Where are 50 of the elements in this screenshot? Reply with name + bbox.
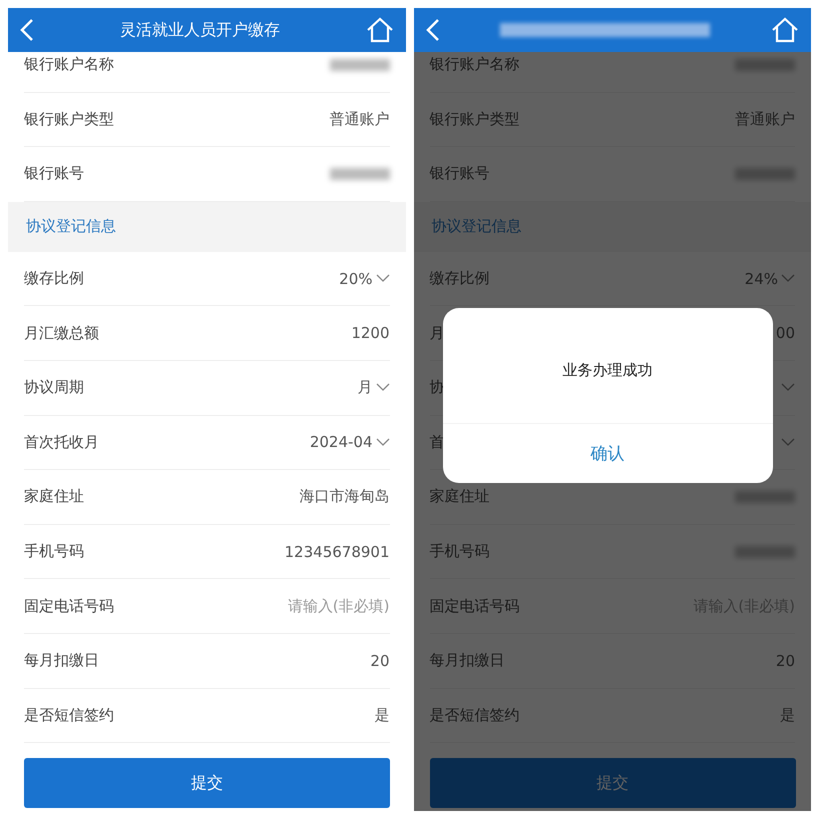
field-value: 普通账户 (735, 110, 795, 129)
input-field[interactable]: 请输入(非必填) (240, 597, 390, 616)
field-label: 银行账户类型 (430, 110, 520, 129)
field-value: 2024-04 (310, 433, 372, 452)
field-value: 12345678901 (284, 542, 390, 561)
field-value: 是 (374, 706, 390, 725)
field-label: 是否短信签约 (24, 706, 114, 725)
field-label: 首 (430, 432, 444, 452)
confirm-button[interactable]: 确认 (442, 423, 772, 483)
field-value: 是 (780, 706, 795, 725)
home-icon[interactable] (366, 17, 394, 43)
field-label: 协 (430, 378, 444, 398)
section-header: 协议登记信息 (432, 217, 522, 236)
field-label: 家庭住址 (430, 487, 490, 506)
field-label: 每月扣缴日 (24, 651, 99, 670)
field-value: 24% (744, 270, 778, 288)
field-value: 普通账户 (330, 110, 390, 129)
field-label: 银行账号 (430, 164, 490, 184)
dialog-message: 业务办理成功 (562, 361, 652, 380)
field-label: 银行账户类型 (24, 110, 114, 129)
submit-button[interactable]: 提交 (430, 758, 796, 808)
page-title: 灵活就业人员开户缴存 (120, 20, 280, 40)
field-label: 固定电话号码 (24, 596, 114, 616)
field-value: 海口市海甸岛 (300, 487, 390, 506)
back-icon[interactable] (20, 18, 34, 42)
field-label: 月汇缴总额 (24, 324, 99, 343)
back-icon[interactable] (426, 18, 440, 42)
field-value: 1200 (351, 324, 390, 342)
field-value: 20 (370, 652, 390, 670)
field-label: 每月扣缴日 (430, 651, 504, 670)
field-value: 20 (776, 652, 795, 670)
field-label: 首次托收月 (24, 432, 99, 452)
field-label: 手机号码 (430, 542, 490, 562)
section-header: 协议登记信息 (26, 217, 116, 236)
field-label: 银行账户名称 (24, 55, 114, 74)
home-icon[interactable] (771, 17, 799, 43)
field-label: 银行账户名称 (430, 55, 520, 74)
field-label: 手机号码 (24, 542, 84, 562)
field-value: 00 (776, 324, 795, 342)
field-label: 固定电话号码 (430, 596, 520, 616)
submit-button[interactable]: 提交 (24, 758, 390, 808)
field-label: 缴存比例 (430, 269, 490, 288)
field-label: 银行账号 (24, 164, 84, 184)
field-label: 家庭住址 (24, 487, 84, 506)
field-label: 协议周期 (24, 378, 84, 398)
field-value: 月 (358, 378, 372, 398)
field-value: 20% (339, 270, 372, 288)
field-label: 缴存比例 (24, 269, 84, 288)
field-label: 月 (430, 324, 444, 343)
field-label: 是否短信签约 (430, 706, 520, 725)
